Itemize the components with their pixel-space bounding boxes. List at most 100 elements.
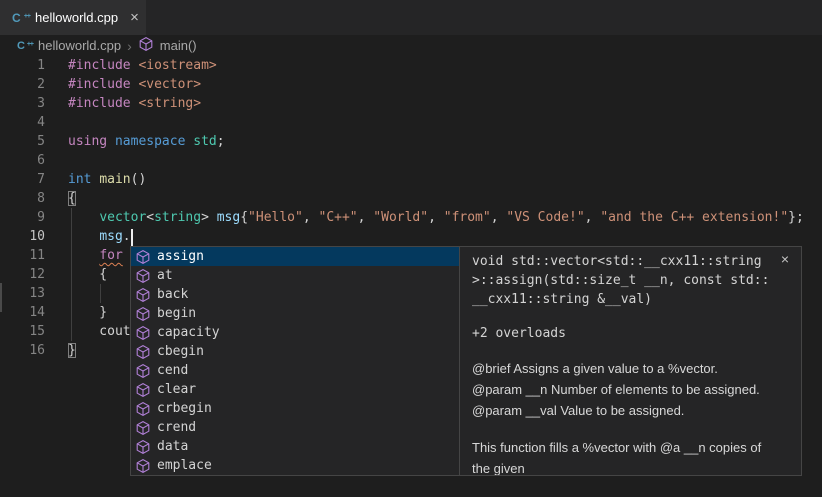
method-icon: [135, 268, 151, 284]
code-text: for: [68, 246, 123, 265]
doc-line: @brief Assigns a given value to a %vecto…: [472, 358, 789, 379]
code-line[interactable]: 3#include <string>: [0, 94, 822, 113]
suggestion-item[interactable]: clear: [131, 380, 459, 399]
code-line[interactable]: 1#include <iostream>: [0, 56, 822, 75]
code-line[interactable]: 10 msg.: [0, 227, 822, 246]
code-text: }: [68, 303, 107, 322]
suggestion-label: data: [157, 439, 188, 454]
line-number: 4: [0, 115, 68, 130]
line-number: 5: [0, 134, 68, 149]
line-number: 8: [0, 191, 68, 206]
suggestion-item[interactable]: back: [131, 285, 459, 304]
left-edge-scrollbar-sliver: [0, 283, 2, 312]
suggestion-label: crbegin: [157, 401, 212, 416]
method-icon: [135, 344, 151, 360]
close-icon[interactable]: ×: [781, 251, 789, 267]
breadcrumb-file[interactable]: helloworld.cpp: [38, 38, 121, 53]
suggestion-label: clear: [157, 382, 196, 397]
code-text: {: [68, 265, 107, 284]
method-icon: [135, 439, 151, 455]
suggestion-label: capacity: [157, 325, 220, 340]
tab-title: helloworld.cpp: [35, 10, 118, 25]
method-icon: [135, 420, 151, 436]
cpp-file-icon: C++: [12, 10, 29, 26]
method-icon: [135, 306, 151, 322]
suggestion-item[interactable]: crbegin: [131, 399, 459, 418]
signature-line: >::assign(std::size_t __n, const std::: [472, 271, 789, 290]
suggestion-item[interactable]: capacity: [131, 323, 459, 342]
code-text: #include <string>: [68, 94, 201, 113]
method-icon: [135, 325, 151, 341]
signature: void std::vector<std::__cxx11::string>::…: [472, 252, 789, 309]
signature-line: __cxx11::string &__val): [472, 290, 789, 309]
method-icon: [135, 363, 151, 379]
line-number: 7: [0, 172, 68, 187]
suggestion-label: emplace: [157, 458, 212, 473]
method-icon: [138, 36, 154, 52]
suggestion-item[interactable]: cbegin: [131, 342, 459, 361]
line-number: 13: [0, 286, 68, 301]
line-number: 14: [0, 305, 68, 320]
vscode-window: C++ helloworld.cpp × C++ helloworld.cpp …: [0, 0, 822, 497]
suggestion-item[interactable]: at: [131, 266, 459, 285]
line-number: 10: [0, 229, 68, 244]
suggestion-item[interactable]: begin: [131, 304, 459, 323]
intellisense-suggest-widget: assign at back begin capacity cbegi: [130, 246, 802, 476]
code-line[interactable]: 2#include <vector>: [0, 75, 822, 94]
code-text: }: [68, 341, 76, 360]
code-text: {: [68, 189, 76, 208]
tab-helloworld-cpp[interactable]: C++ helloworld.cpp ×: [0, 0, 146, 35]
line-number: 1: [0, 58, 68, 73]
line-number: 12: [0, 267, 68, 282]
suggestion-item[interactable]: crend: [131, 418, 459, 437]
line-number: 9: [0, 210, 68, 225]
code-line[interactable]: 7int main(): [0, 170, 822, 189]
code-text: #include <iostream>: [68, 56, 217, 75]
breadcrumb-symbol-icon-slot: [138, 36, 154, 55]
doc-line: the given: [472, 458, 789, 475]
doc-line: This function fills a %vector with @a __…: [472, 437, 789, 458]
breadcrumb-symbol[interactable]: main(): [160, 38, 197, 53]
indent-guide: [71, 208, 72, 341]
line-number: 6: [0, 153, 68, 168]
doc-line: @param __val Value to be assigned.: [472, 400, 789, 421]
suggestion-item[interactable]: emplace: [131, 456, 459, 475]
line-number: 16: [0, 343, 68, 358]
code-text: int main(): [68, 170, 146, 189]
code-line[interactable]: 8{: [0, 189, 822, 208]
suggestion-label: cbegin: [157, 344, 204, 359]
text-cursor: [131, 229, 133, 246]
suggestion-label: at: [157, 268, 173, 283]
suggestion-item[interactable]: data: [131, 437, 459, 456]
code-line[interactable]: 5using namespace std;: [0, 132, 822, 151]
suggestion-label: back: [157, 287, 188, 302]
suggestion-label: cend: [157, 363, 188, 378]
suggestion-item[interactable]: cend: [131, 361, 459, 380]
method-icon: [135, 287, 151, 303]
code-text: msg.: [68, 227, 133, 246]
code-text: #include <vector>: [68, 75, 201, 94]
code-text: cout: [68, 322, 131, 341]
line-number: 2: [0, 77, 68, 92]
doc-line: @param __n Number of elements to be assi…: [472, 379, 789, 400]
method-icon: [135, 249, 151, 265]
code-text: using namespace std;: [68, 132, 225, 151]
indent-guide: [100, 284, 101, 303]
doc-paragraph: This function fills a %vector with @a __…: [472, 437, 789, 475]
tab-close-icon[interactable]: ×: [130, 10, 139, 25]
code-line[interactable]: 6: [0, 151, 822, 170]
line-number: 3: [0, 96, 68, 111]
method-icon: [135, 458, 151, 474]
doc-tags: @brief Assigns a given value to a %vecto…: [472, 358, 789, 421]
suggestion-label: begin: [157, 306, 196, 321]
breadcrumb: C++ helloworld.cpp › main(): [0, 35, 822, 56]
code-text: vector<string> msg{"Hello", "C++", "Worl…: [68, 208, 804, 227]
signature-line: void std::vector<std::__cxx11::string: [472, 252, 789, 271]
method-icon: [135, 382, 151, 398]
code-line[interactable]: 4: [0, 113, 822, 132]
suggestion-label: crend: [157, 420, 196, 435]
suggestion-label: assign: [157, 249, 204, 264]
cpp-file-icon: C++: [17, 38, 32, 54]
code-line[interactable]: 9 vector<string> msg{"Hello", "C++", "Wo…: [0, 208, 822, 227]
suggestion-item[interactable]: assign: [131, 247, 459, 266]
